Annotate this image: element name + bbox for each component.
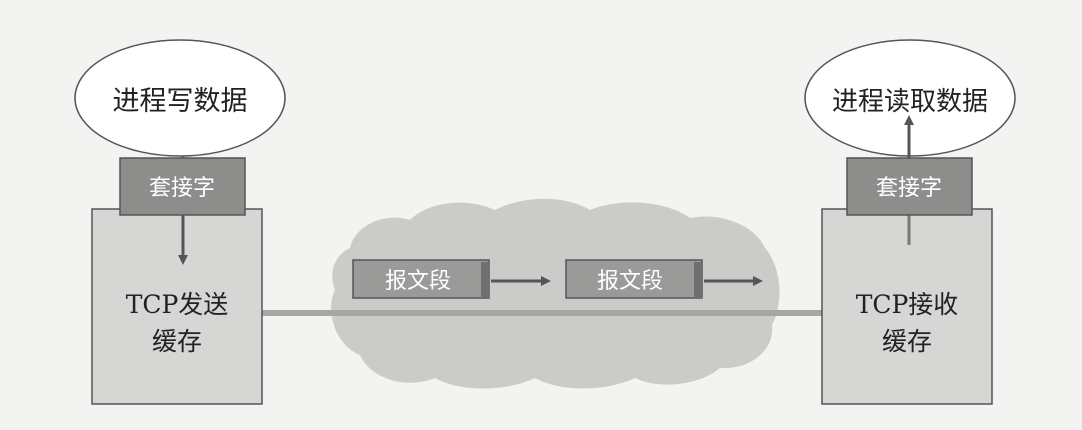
diagram-canvas: 进程写数据 套接字 TCP发送 缓存 报文段 报文段 进程读取数据 套接字 TC… — [74, 39, 1016, 405]
tcp-buffer-diagram: 进程写数据 套接字 TCP发送 缓存 报文段 报文段 进程读取数据 套接字 TC… — [0, 0, 1082, 430]
segment-1: 报文段 — [352, 259, 490, 299]
write-process-label: 进程写数据 — [113, 86, 248, 117]
receive-buffer-label-line2: 缓存 — [882, 327, 932, 356]
receive-socket-label: 套接字 — [876, 176, 942, 201]
send-buffer-label-line1: TCP发送 — [126, 290, 229, 319]
segment-2-shade — [694, 262, 702, 298]
send-socket-label: 套接字 — [149, 176, 215, 201]
read-process-label: 进程读取数据 — [832, 87, 988, 117]
segment-1-label: 报文段 — [385, 269, 451, 294]
segment-2: 报文段 — [565, 259, 703, 299]
segment-2-label: 报文段 — [597, 269, 663, 294]
segment-1-shade — [481, 262, 489, 298]
send-buffer-label-line2: 缓存 — [152, 327, 202, 356]
receive-buffer-label-line1: TCP接收 — [856, 290, 959, 319]
